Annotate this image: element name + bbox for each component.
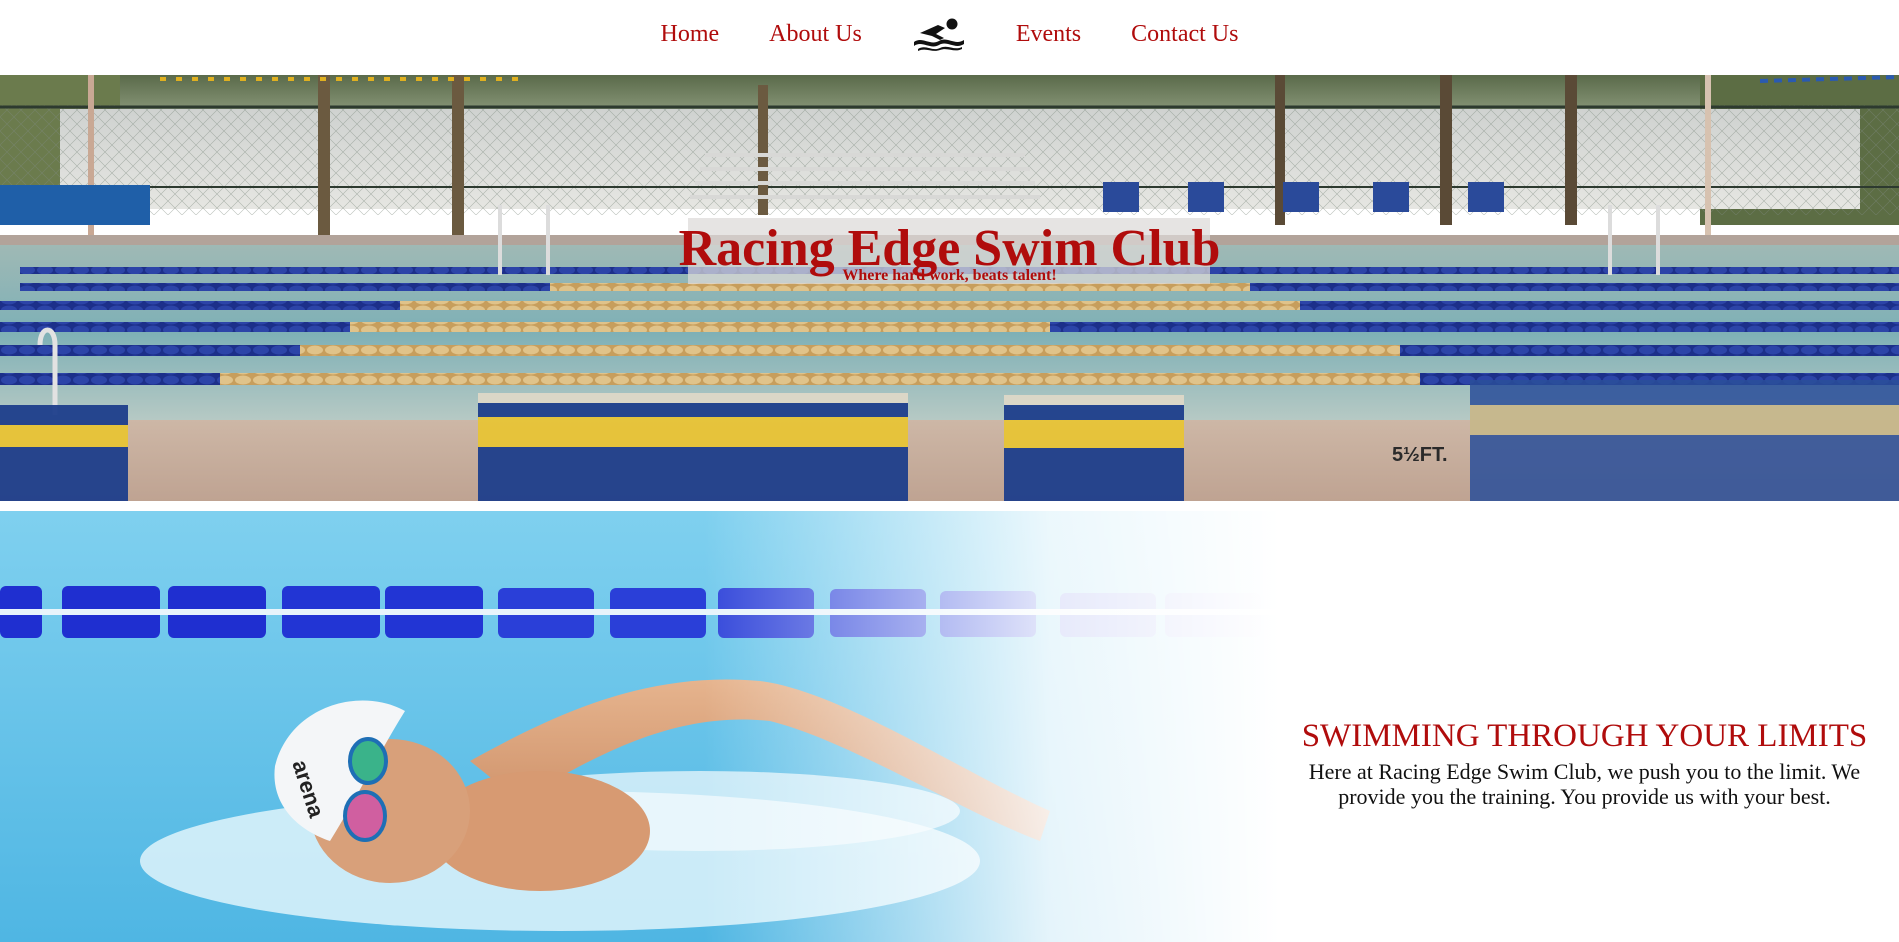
nav-link-contact-us[interactable]: Contact Us <box>1131 21 1238 48</box>
feature-heading: SWIMMING THROUGH YOUR LIMITS <box>1301 718 1868 754</box>
feature-section: arena SWIMMING THROUGH YOUR LIMITS Here … <box>0 511 1899 942</box>
nav-links: Home About Us Events Contact Us <box>0 0 1899 68</box>
pool-background-image: 5½FT. <box>0 75 1899 501</box>
feature-body: Here at Racing Edge Swim Club, we push y… <box>1308 759 1861 809</box>
feature-text-block: SWIMMING THROUGH YOUR LIMITS Here at Rac… <box>1270 716 1899 809</box>
top-navigation: Home About Us Events Contact Us <box>0 0 1899 75</box>
hero-banner: 5½FT. Racing Edge Swim Club Where hard w… <box>0 75 1899 501</box>
nav-link-home[interactable]: Home <box>661 21 720 48</box>
swimmer-icon[interactable] <box>912 16 966 52</box>
nav-link-about-us[interactable]: About Us <box>769 21 862 48</box>
lane-depth-marker: 5½FT. <box>1392 444 1448 466</box>
nav-link-events[interactable]: Events <box>1016 21 1081 48</box>
hero-subtitle: Where hard work, beats talent! <box>842 267 1057 284</box>
swimmer-photo: arena <box>0 511 1280 942</box>
